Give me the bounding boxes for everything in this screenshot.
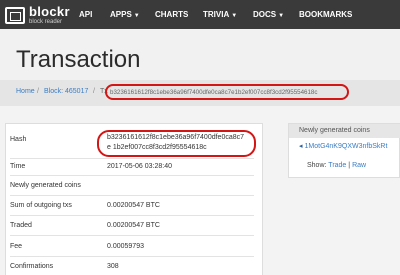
nav-item-docs[interactable]: DOCS ▼ [253,10,284,19]
traded-label: Traded [10,222,32,229]
row-divider [10,215,254,216]
sum-outgoing-value: 0.00200547 BTC [107,202,160,209]
sum-outgoing-label: Sum of outgoing txs [10,202,72,209]
page-header: Transaction [0,29,400,80]
raw-link[interactable]: Raw [352,162,366,169]
breadcrumb-separator: / [37,88,39,95]
newly-generated-label: Newly generated coins [10,182,81,189]
breadcrumb-home[interactable]: Home [16,88,35,95]
show-toggle: Show: Trade | Raw [307,162,366,169]
nav-item-trivia[interactable]: TRIVIA ▼ [203,10,237,19]
row-divider [10,158,254,159]
side-panel-header: Newly generated coins [289,124,400,138]
output-address[interactable]: 1MotG4nK9QXW3nfbSkRt [305,143,388,150]
output-address-link[interactable]: ◂ 1MotG4nK9QXW3nfbSkRt [299,142,387,150]
show-label: Show: [307,162,327,169]
fee-value: 0.00059793 [107,243,144,250]
confirmations-label: Confirmations [10,263,54,270]
logo-icon [5,6,25,24]
fee-label: Fee [10,243,23,250]
row-divider [10,175,254,176]
top-navbar: blockr block reader API APPS ▼ CHARTS TRI… [0,0,400,29]
chevron-down-icon: ▼ [278,13,285,19]
breadcrumb-separator: / [93,88,95,95]
highlight-oval [97,130,256,157]
hash-label: Hash [10,136,27,143]
nav-item-charts[interactable]: CHARTS [155,10,188,19]
time-value: 2017-05-06 03:28:40 [107,163,172,170]
chevron-down-icon: ▼ [231,13,238,19]
brand-tagline: block reader [29,19,63,25]
time-label: Time [10,163,26,170]
brand-logo[interactable]: blockr block reader [5,5,70,25]
breadcrumb-block[interactable]: Block: 465017 [44,88,88,95]
row-divider [10,195,254,196]
page-title: Transaction [16,46,141,73]
brand-name: blockr [29,4,70,19]
trade-link[interactable]: Trade [328,162,346,169]
chevron-down-icon: ▼ [133,13,140,19]
arrow-left-icon: ◂ [299,143,303,150]
nav-item-api[interactable]: API [79,10,92,19]
nav-item-apps[interactable]: APPS ▼ [110,10,140,19]
traded-value: 0.00200547 BTC [107,222,160,229]
row-divider [10,256,254,257]
highlight-oval [105,84,349,100]
inputs-outputs-panel: Newly generated coins ◂ 1MotG4nK9QXW3nfbS… [288,123,400,178]
pipe-separator: | [348,162,351,169]
nav-item-bookmarks[interactable]: BOOKMARKS [299,10,352,19]
row-divider [10,235,254,236]
confirmations-value: 308 [107,263,119,270]
